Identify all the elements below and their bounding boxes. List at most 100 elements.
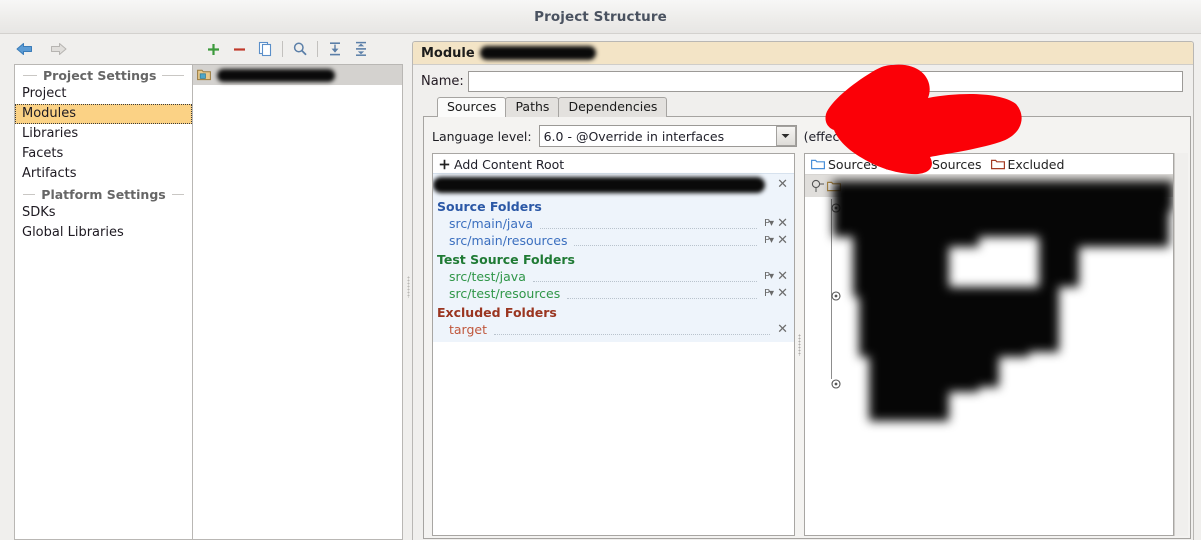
tree-expander-icon[interactable]	[829, 377, 843, 391]
folder-row[interactable]: src/main/java P▾ ✕	[433, 215, 794, 232]
section-rule-right	[162, 75, 184, 76]
folder-path: target	[449, 322, 488, 337]
plus-icon	[207, 43, 219, 55]
minus-icon	[233, 47, 245, 51]
package-prefix-icon[interactable]: P▾	[764, 286, 774, 301]
tree-expander-icon[interactable]	[829, 201, 843, 215]
module-list-column	[192, 34, 404, 540]
dot-filler	[574, 235, 758, 246]
sidebar-section-project-settings: Project Settings	[15, 65, 192, 84]
folder-icon	[990, 159, 1005, 170]
copy-icon	[258, 41, 272, 57]
sidebar-item-facets[interactable]: Facets	[15, 144, 192, 164]
folder-path: src/test/java	[449, 269, 526, 284]
module-list[interactable]	[192, 64, 403, 540]
remove-folder-button[interactable]: ✕	[777, 287, 788, 300]
settings-sidebar: Project Settings Project Modules Librari…	[14, 64, 192, 540]
module-banner: Module	[413, 42, 1193, 65]
folder-icon	[827, 181, 841, 191]
directory-tree[interactable]	[805, 175, 1173, 535]
language-level-select[interactable]: 6.0 - @Override in interfaces	[538, 125, 797, 147]
panel-splitter[interactable]	[404, 34, 412, 540]
window-body: Project Settings Project Modules Librari…	[0, 34, 1201, 540]
expand-all-icon	[330, 42, 340, 56]
folder-row[interactable]: src/test/java P▾ ✕	[433, 268, 794, 285]
tree-row[interactable]	[805, 197, 1173, 219]
sidebar-item-libraries[interactable]: Libraries	[15, 124, 192, 144]
redacted-content-root-path	[433, 177, 765, 193]
tree-row[interactable]	[805, 219, 1173, 241]
module-detail-column: Module Name: Sources Paths Dependencies …	[412, 34, 1201, 540]
add-module-button[interactable]	[200, 38, 226, 60]
remove-folder-button[interactable]: ✕	[777, 217, 788, 230]
tree-row[interactable]	[805, 263, 1173, 285]
legend-item-sources: Sources	[811, 157, 877, 172]
tree-row[interactable]	[805, 285, 1173, 307]
search-icon	[293, 42, 307, 56]
module-name-input[interactable]	[467, 71, 1183, 92]
package-prefix-icon[interactable]: P▾	[764, 269, 774, 284]
sources-tab-panel: Language level: 6.0 - @Override in inter…	[423, 116, 1191, 539]
group-title-test-source-folders: Test Source Folders	[437, 252, 575, 267]
module-toolbar	[192, 34, 404, 64]
sidebar-item-artifacts[interactable]: Artifacts	[15, 164, 192, 184]
content-root-path-row: ✕	[433, 174, 794, 196]
add-content-root-button[interactable]: Add Content Root	[433, 154, 794, 173]
tree-row[interactable]	[805, 175, 1173, 197]
sidebar-item-project[interactable]: Project	[15, 84, 192, 104]
tree-row[interactable]	[805, 417, 1173, 439]
remove-content-root-button[interactable]: ✕	[777, 178, 788, 191]
remove-folder-button[interactable]: ✕	[777, 234, 788, 247]
project-structure-window: Project Structure Project Settings Proje…	[0, 0, 1201, 540]
tree-expander-icon[interactable]	[829, 289, 843, 303]
folder-icon	[811, 159, 825, 170]
expand-all-button[interactable]	[322, 38, 348, 60]
tree-vertical-scrollbar[interactable]	[1174, 153, 1188, 536]
package-prefix-icon[interactable]: P▾	[764, 233, 774, 248]
back-button[interactable]	[14, 40, 34, 58]
navigation-toolbar	[0, 34, 192, 64]
remove-folder-button[interactable]: ✕	[777, 323, 788, 336]
window-title: Project Structure	[534, 8, 667, 25]
collapse-all-button[interactable]	[348, 38, 374, 60]
tree-row[interactable]	[805, 395, 1173, 417]
module-tabs: Sources Paths Dependencies	[413, 97, 1193, 117]
search-button[interactable]	[287, 38, 313, 60]
tree-row[interactable]	[805, 241, 1173, 263]
section-rule-left	[23, 75, 37, 76]
folder-row[interactable]: target ✕	[433, 321, 794, 338]
sidebar-item-sdks[interactable]: SDKs	[15, 203, 192, 223]
language-level-dropdown-button[interactable]	[775, 126, 796, 146]
content-root-editor: Add Content Root ✕ Source Folders src/ma…	[432, 153, 795, 536]
sidebar-item-global-libraries[interactable]: Global Libraries	[15, 223, 192, 243]
module-banner-label: Module	[421, 45, 475, 61]
tab-sources[interactable]: Sources	[437, 97, 507, 117]
forward-button[interactable]	[48, 40, 68, 58]
remove-module-button[interactable]	[226, 38, 252, 60]
folder-row[interactable]: src/test/resources P▾ ✕	[433, 285, 794, 302]
roots-splitter[interactable]	[795, 153, 804, 536]
folder-row[interactable]: src/main/resources P▾ ✕	[433, 232, 794, 249]
language-level-row: Language level: 6.0 - @Override in inter…	[424, 117, 1190, 153]
module-detail-frame: Module Name: Sources Paths Dependencies …	[412, 41, 1194, 540]
sidebar-section-title: Project Settings	[43, 68, 157, 83]
tree-expander-icon[interactable]	[811, 179, 825, 193]
sidebar-item-modules[interactable]: Modules	[15, 104, 192, 124]
dot-filler	[567, 288, 758, 299]
plus-icon	[439, 159, 450, 170]
remove-folder-button[interactable]: ✕	[777, 270, 788, 283]
tree-row[interactable]	[805, 351, 1173, 373]
chevron-down-icon	[781, 134, 790, 138]
section-rule-right	[171, 194, 184, 195]
dot-filler	[532, 271, 758, 282]
tree-row[interactable]	[805, 307, 1173, 329]
package-prefix-icon[interactable]: P▾	[764, 216, 774, 231]
copy-module-button[interactable]	[252, 38, 278, 60]
module-list-item[interactable]	[193, 65, 402, 85]
content-roots-area: Add Content Root ✕ Source Folders src/ma…	[424, 153, 1190, 538]
folder-icon	[886, 159, 901, 170]
tab-dependencies[interactable]: Dependencies	[558, 97, 668, 117]
tree-row[interactable]	[805, 373, 1173, 395]
tree-row[interactable]	[805, 329, 1173, 351]
tab-paths[interactable]: Paths	[505, 97, 560, 117]
